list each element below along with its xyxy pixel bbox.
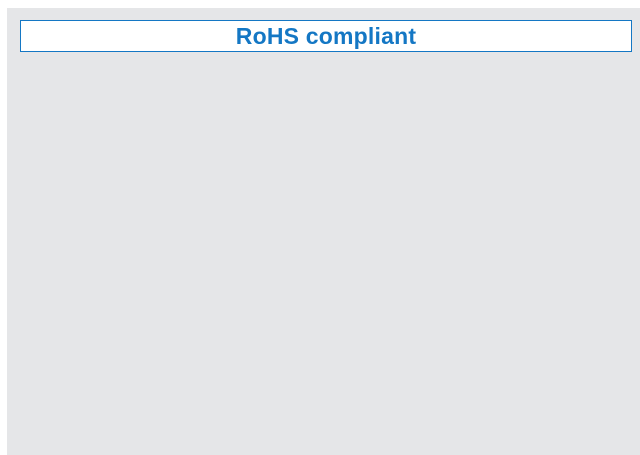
content-panel: RoHS compliant <box>7 8 640 455</box>
banner-title: RoHS compliant <box>235 23 417 49</box>
rohs-compliance-banner: RoHS compliant <box>20 20 632 52</box>
